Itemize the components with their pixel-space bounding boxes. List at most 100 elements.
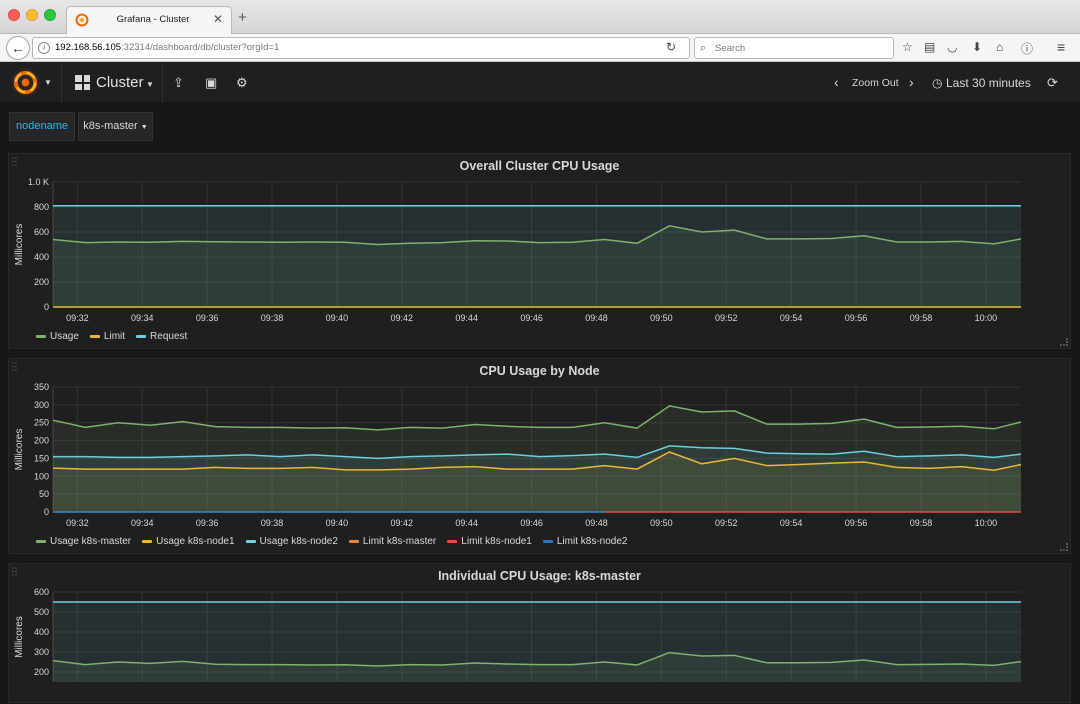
x-tick-label: 09:58 [910,313,933,323]
time-range-picker[interactable]: Last 30 minutes [946,76,1031,90]
y-tick-label: 400 [34,627,49,637]
legend-label: Limit k8s-master [362,536,437,547]
grafana-menu[interactable]: ▼ [0,62,62,103]
legend-label: Usage k8s-node1 [156,536,235,547]
reader-icon[interactable]: ▤ [924,40,935,54]
window-zoom-button[interactable] [44,9,56,21]
x-tick-label: 10:00 [975,518,998,528]
x-tick-label: 09:36 [196,313,219,323]
x-tick-label: 09:54 [780,313,803,323]
info-icon[interactable]: i [38,42,50,54]
new-tab-icon[interactable]: + [238,9,247,26]
legend-item[interactable]: Request [136,331,187,342]
legend-item[interactable]: Usage k8s-node1 [142,536,235,547]
y-tick-label: 0 [44,507,49,517]
x-tick-label: 09:34 [131,313,154,323]
x-tick-label: 09:42 [391,313,414,323]
chevron-down-icon: ▼ [140,124,148,131]
refresh-icon[interactable]: ⟳ [1047,75,1058,91]
legend-label: Request [150,331,188,342]
y-tick-label: 200 [34,667,49,677]
x-tick-label: 09:38 [261,313,284,323]
legend-item[interactable]: Limit k8s-master [348,536,437,547]
window-close-button[interactable] [8,9,20,21]
grafana-logo-icon [10,67,41,98]
url-path: :32314/dashboard/db/cluster?orgId=1 [121,42,280,53]
y-tick-label: 100 [34,471,49,481]
clock-icon: ◷ [932,76,943,90]
panel-cpu-by-node: CPU Usage by Node 0 50 100 150 200 250 300 350 0… [8,358,1071,554]
panel-individual-cpu: Individual CPU Usage: k8s-master 200 300 4… [8,563,1071,703]
legend-item[interactable]: Usage k8s-node2 [245,536,338,547]
tab-title: Grafana - Cluster [116,14,190,25]
back-icon[interactable]: ← [6,36,30,60]
tab-close-icon[interactable]: ✕ [213,12,223,26]
x-tick-label: 09:42 [391,518,414,528]
pocket-icon[interactable]: ◡ [947,40,957,54]
y-axis-label: Millicores [14,616,25,658]
y-tick-label: 300 [34,400,49,410]
grafana-navbar: ▼ Cluster ▼ ⇪ ▣ ⚙ ‹ Zoom Out › ◷ Last 30… [0,62,1080,103]
url-host: 192.168.56.105 [55,42,122,53]
zoom-out-button[interactable]: Zoom Out [852,77,899,89]
menu-icon[interactable]: ≡ [1057,39,1065,55]
legend-swatch [542,540,553,543]
x-tick-label: 09:32 [66,313,89,323]
settings-gear-icon[interactable]: ⚙ [236,75,248,91]
y-axis-label: Millicores [14,429,25,471]
legend-swatch [36,540,46,543]
window-minimize-button[interactable] [26,9,38,21]
x-tick-label: 09:54 [780,518,803,528]
chevron-right-icon[interactable]: › [909,74,914,90]
legend: Usage Limit Request [36,331,187,342]
y-tick-label: 50 [39,489,49,499]
legend-item[interactable]: Usage k8s-master [36,536,131,547]
download-icon[interactable]: ⬇ [972,40,982,54]
home-icon[interactable]: ⌂ [996,40,1003,54]
x-tick-label: 09:34 [131,518,154,528]
x-tick-label: 09:44 [455,313,478,323]
search-icon: ⌕ [700,42,707,54]
x-tick-label: 09:52 [715,313,738,323]
graph-area[interactable]: 0 50 100 150 200 250 300 350 09:32 09:34 09:36 09:3… [9,359,1072,555]
resize-handle[interactable] [1060,543,1068,551]
legend-item[interactable]: Limit [89,331,125,342]
reload-icon[interactable]: ↻ [666,40,676,54]
chevron-left-icon[interactable]: ‹ [834,74,839,90]
resize-handle[interactable] [1060,338,1068,346]
legend-item[interactable]: Usage [36,331,79,342]
legend-item[interactable]: Limit k8s-node1 [447,536,532,547]
graph-area[interactable]: 200 300 400 500 600 Millicores [9,564,1072,704]
legend-label: Usage k8s-node2 [259,536,338,547]
legend-swatch [136,335,147,338]
x-tick-label: 09:32 [66,518,89,528]
variable-dropdown[interactable]: k8s-master ▼ [78,112,153,141]
legend-swatch [142,540,153,543]
x-tick-label: 09:46 [520,313,543,323]
y-tick-label: 200 [34,277,49,287]
dashboard-title: Cluster [96,74,144,91]
graph-area[interactable]: 0 200 400 600 800 1.0 K 09:32 09:34 09:36 09:38 09… [9,154,1072,350]
search-bar[interactable]: ⌕ Search [694,37,894,59]
legend-label: Limit k8s-node1 [461,536,532,547]
y-tick-label: 350 [34,382,49,392]
share-icon[interactable]: ⇪ [173,75,184,91]
identity-icon[interactable]: ⓘ [1021,40,1033,57]
y-axis-label: Millicores [14,224,25,266]
x-tick-label: 09:56 [845,313,868,323]
chevron-down-icon: ▼ [44,78,52,87]
url-bar[interactable]: i 192.168.56.105:32314/dashboard/db/clus… [32,37,690,59]
legend: Usage k8s-master Usage k8s-node1 Usage k8s… [36,536,627,547]
save-icon[interactable]: ▣ [205,75,217,91]
x-tick-label: 09:48 [585,518,608,528]
dashboard-picker[interactable]: Cluster ▼ [63,62,163,103]
y-tick-label: 800 [34,202,49,212]
y-tick-label: 500 [34,607,49,617]
x-tick-label: 09:46 [520,518,543,528]
legend-item[interactable]: Limit k8s-node2 [542,536,627,547]
x-tick-label: 09:38 [261,518,284,528]
x-tick-label: 09:52 [715,518,738,528]
chevron-down-icon: ▼ [146,80,154,89]
browser-tab[interactable]: Grafana - Cluster ✕ [66,6,232,34]
bookmark-star-icon[interactable]: ☆ [902,40,913,54]
